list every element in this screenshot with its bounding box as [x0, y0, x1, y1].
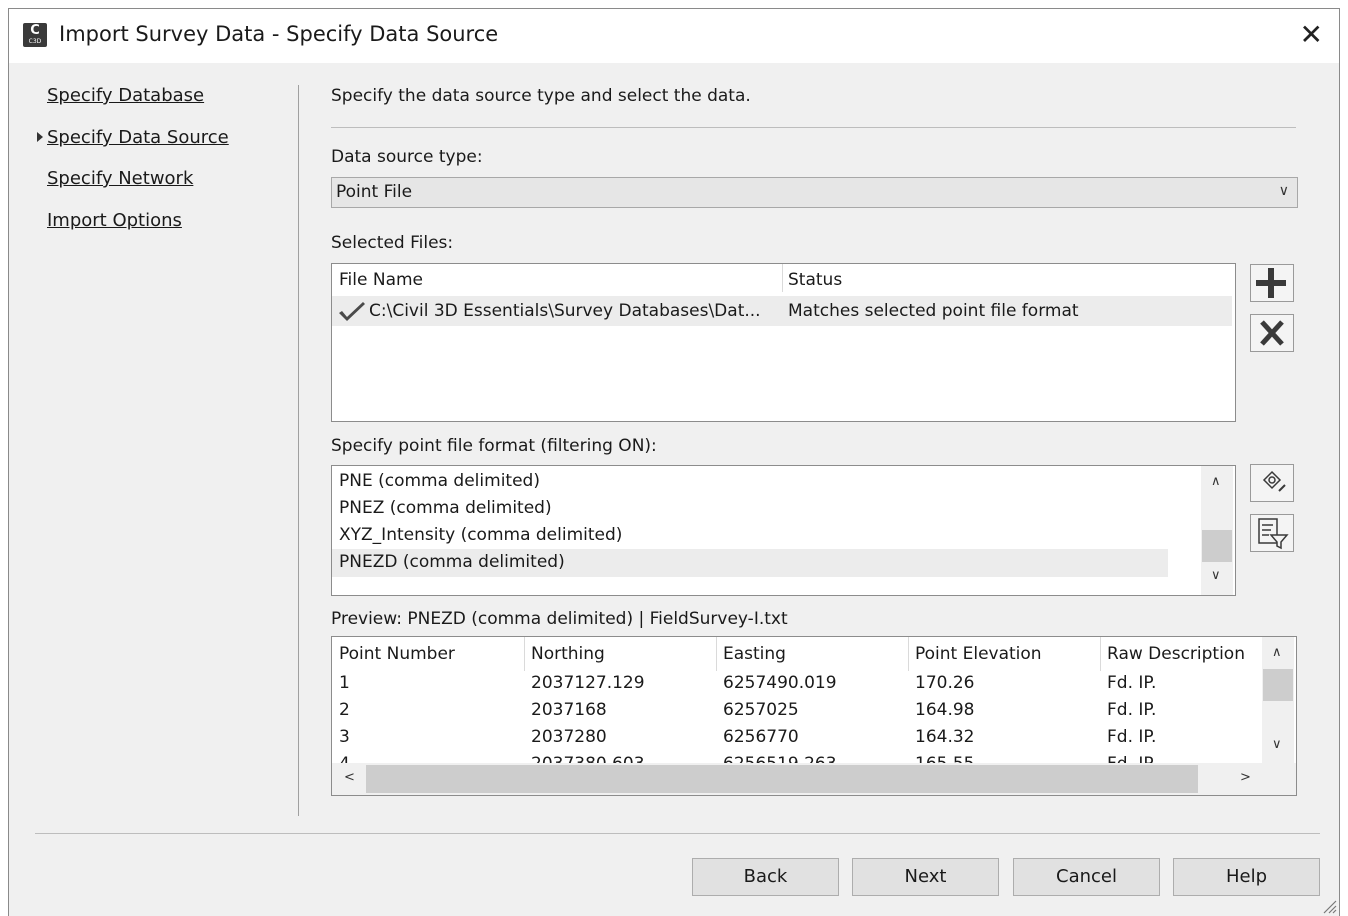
sidebar-item-specify-network[interactable]: Specify Network — [47, 168, 193, 189]
scroll-right-icon[interactable]: > — [1240, 770, 1251, 785]
scroll-down-icon[interactable]: ∨ — [1211, 568, 1221, 583]
scroll-up-icon[interactable]: ∧ — [1272, 645, 1282, 660]
column-header-northing[interactable]: Northing — [531, 644, 605, 664]
file-name-cell: C:\Civil 3D Essentials\Survey Databases\… — [369, 301, 761, 321]
close-icon[interactable]: ✕ — [1300, 17, 1323, 53]
format-settings-icon — [1262, 470, 1286, 492]
import-survey-dialog: C C3D Import Survey Data - Specify Data … — [8, 8, 1340, 916]
scroll-up-icon[interactable]: ∧ — [1211, 474, 1221, 489]
column-divider — [908, 637, 909, 671]
add-file-button[interactable] — [1250, 264, 1294, 302]
table-cell: Fd. IP. — [1107, 754, 1156, 763]
window-title: Import Survey Data - Specify Data Source — [59, 22, 499, 46]
instruction-text: Specify the data source type and select … — [331, 86, 751, 106]
table-cell: 4 — [339, 754, 350, 763]
scroll-thumb[interactable] — [366, 765, 1198, 793]
scroll-thumb[interactable] — [1263, 669, 1293, 701]
civil3d-app-icon: C C3D — [23, 23, 47, 47]
sidebar-item-specify-data-source[interactable]: Specify Data Source — [47, 127, 229, 148]
footer-divider — [35, 833, 1320, 834]
selected-files-list[interactable]: File Name Status C:\Civil 3D Essentials\… — [331, 263, 1236, 422]
table-cell: 170.26 — [915, 673, 975, 693]
format-item[interactable]: PNE (comma delimited) — [339, 471, 540, 491]
table-cell: 6257490.019 — [723, 673, 837, 693]
filter-formats-button[interactable] — [1250, 514, 1294, 552]
sidebar-item-specify-database[interactable]: Specify Database — [47, 85, 204, 106]
title-bar: C C3D Import Survey Data - Specify Data … — [9, 9, 1339, 63]
table-cell: 3 — [339, 727, 350, 747]
column-header-raw-description[interactable]: Raw Description — [1107, 644, 1245, 664]
sidebar-divider — [298, 85, 299, 816]
format-list-scrollbar[interactable]: ∧ ∨ — [1201, 466, 1233, 595]
filter-list-icon — [1258, 518, 1289, 550]
format-item[interactable]: XYZ_Intensity (comma delimited) — [339, 525, 622, 545]
back-button[interactable]: Back — [692, 858, 839, 896]
scroll-left-icon[interactable]: < — [344, 770, 355, 785]
scroll-thumb[interactable] — [1202, 530, 1232, 562]
preview-label: Preview: PNEZD (comma delimited) | Field… — [331, 609, 788, 629]
table-cell: 1 — [339, 673, 350, 693]
preview-table[interactable]: Point Number Northing Easting Point Elev… — [331, 636, 1297, 796]
table-cell: Fd. IP. — [1107, 700, 1157, 720]
table-cell: 2037280 — [531, 727, 607, 747]
data-source-type-dropdown[interactable]: Point File ∨ — [331, 177, 1298, 208]
table-cell: 165.55 — [915, 754, 974, 763]
point-format-list[interactable]: PNE (comma delimited) PNEZ (comma delimi… — [331, 465, 1236, 596]
scroll-down-icon[interactable]: ∨ — [1272, 737, 1282, 752]
delete-x-icon — [1260, 320, 1284, 346]
preview-vertical-scrollbar[interactable]: ∧ ∨ — [1262, 637, 1294, 763]
help-button[interactable]: Help — [1173, 858, 1320, 896]
app-icon-letter: C — [30, 23, 40, 38]
manage-formats-button[interactable] — [1250, 464, 1294, 502]
table-cell: 2 — [339, 700, 350, 720]
cancel-button[interactable]: Cancel — [1013, 858, 1160, 896]
column-header-file-name[interactable]: File Name — [339, 270, 423, 290]
plus-icon — [1256, 268, 1286, 298]
chevron-down-icon: ∨ — [1278, 183, 1289, 199]
sidebar-item-import-options[interactable]: Import Options — [47, 210, 182, 231]
table-cell: 164.32 — [915, 727, 975, 747]
column-header-point-number[interactable]: Point Number — [339, 644, 455, 664]
column-header-point-elevation[interactable]: Point Elevation — [915, 644, 1042, 664]
table-cell: 2037380.603 — [531, 754, 645, 763]
table-cell: 2037127.129 — [531, 673, 645, 693]
table-cell: 164.98 — [915, 700, 975, 720]
app-icon-sub: C3D — [28, 38, 42, 45]
column-divider — [1100, 637, 1101, 671]
resize-grip-icon[interactable] — [1319, 896, 1337, 914]
preview-rows: 1 2037127.129 6257490.019 170.26 Fd. IP.… — [332, 673, 1260, 763]
table-cell: 6257025 — [723, 700, 799, 720]
table-cell: 6256770 — [723, 727, 799, 747]
table-cell: 6256519.263 — [723, 754, 837, 763]
table-cell: Fd. IP. — [1107, 727, 1157, 747]
preview-horizontal-scrollbar[interactable]: < > — [332, 763, 1296, 795]
format-item[interactable]: PNEZ (comma delimited) — [339, 498, 552, 518]
data-source-type-value: Point File — [336, 182, 413, 202]
file-status-cell: Matches selected point file format — [788, 301, 1079, 321]
next-button[interactable]: Next — [852, 858, 999, 896]
column-header-status[interactable]: Status — [788, 270, 842, 290]
data-source-type-label: Data source type: — [331, 147, 483, 167]
point-format-label: Specify point file format (filtering ON)… — [331, 436, 657, 456]
checkmark-icon — [339, 302, 365, 321]
column-divider — [716, 637, 717, 671]
column-divider — [782, 264, 783, 292]
table-cell: Fd. IP. — [1107, 673, 1157, 693]
column-header-easting[interactable]: Easting — [723, 644, 786, 664]
current-step-arrow-icon — [37, 132, 43, 142]
header-divider — [331, 127, 1296, 128]
format-item-selected[interactable]: PNEZD (comma delimited) — [339, 552, 565, 572]
selected-files-label: Selected Files: — [331, 233, 454, 253]
remove-file-button[interactable] — [1250, 314, 1294, 352]
table-cell: 2037168 — [531, 700, 607, 720]
column-divider — [524, 637, 525, 671]
